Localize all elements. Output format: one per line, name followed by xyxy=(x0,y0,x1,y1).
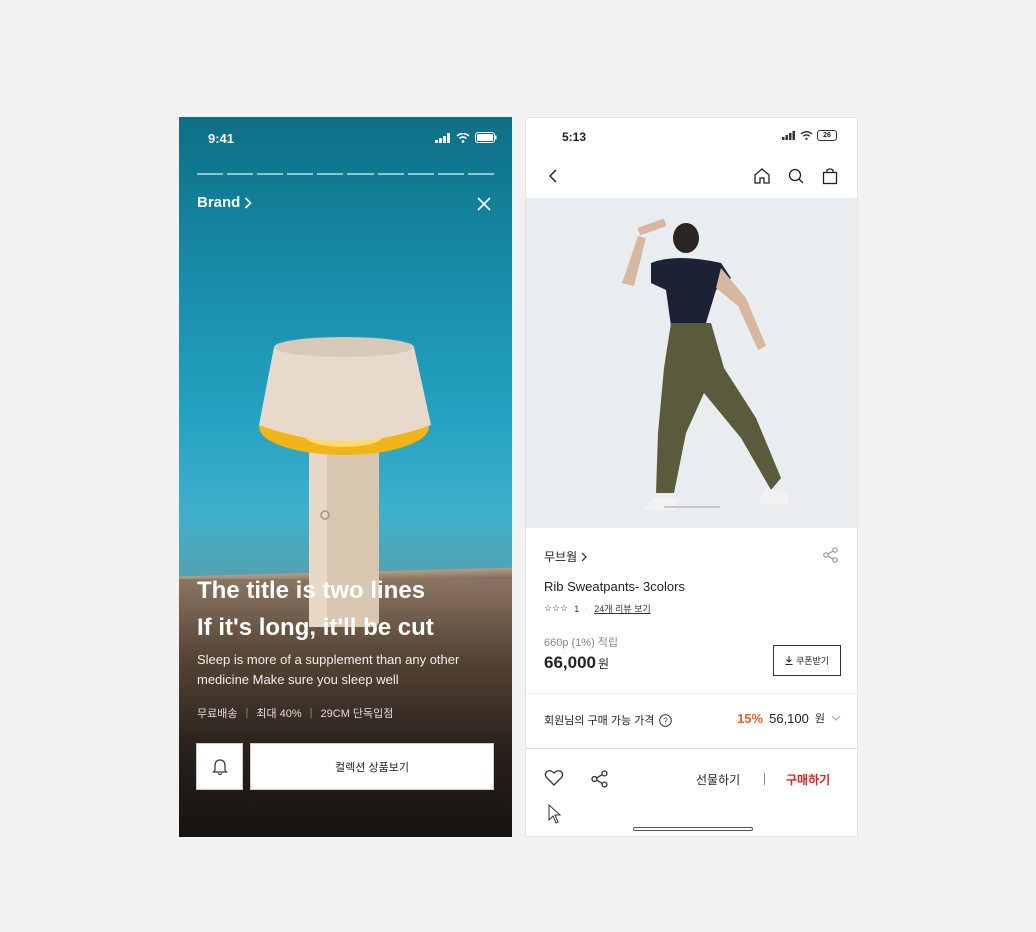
home-indicator xyxy=(633,827,753,831)
tag-exclusive: 29CM 단독입점 xyxy=(320,708,394,720)
tag-discount: 최대 40% xyxy=(256,708,302,720)
divider xyxy=(526,693,857,694)
member-price-value: 56,100 xyxy=(769,710,809,726)
title-line-2: If it's long, it'll be cut xyxy=(197,614,434,641)
progress-segment xyxy=(227,173,254,175)
tag-separator: | xyxy=(245,707,249,719)
svg-text:?: ? xyxy=(664,716,669,725)
bottom-action-bar: 선물하기 구매하기 xyxy=(526,748,857,836)
member-price-unit: 원 xyxy=(814,713,825,725)
top-nav xyxy=(526,164,857,190)
brand-link[interactable]: 무브웜 xyxy=(544,548,587,565)
action-separator xyxy=(764,773,765,785)
story-screen: 9:41 Brand The title is two lines If it'… xyxy=(179,117,512,837)
chevron-right-icon xyxy=(245,196,252,209)
view-collection-button[interactable]: 컬렉션 상품보기 xyxy=(250,743,494,790)
brand-label: Brand xyxy=(197,194,241,211)
notify-button[interactable] xyxy=(196,743,243,790)
product-screen: 5:13 26 무브웜 Rib Sweatpants- 3colors ☆☆☆ … xyxy=(525,117,858,837)
title-line-1: The title is two lines xyxy=(197,577,426,604)
price: 66,000 원 xyxy=(544,653,609,673)
home-icon[interactable] xyxy=(753,167,771,185)
status-bar: 5:13 26 xyxy=(526,118,857,158)
download-icon xyxy=(785,656,793,665)
price-unit: 원 xyxy=(598,657,610,671)
signal-icon xyxy=(435,132,450,143)
image-page-indicator xyxy=(664,506,720,508)
progress-segment xyxy=(377,173,404,175)
review-link[interactable]: 24개 리뷰 보기 xyxy=(594,602,650,615)
story-progress xyxy=(197,173,494,175)
close-icon[interactable] xyxy=(474,194,494,214)
chevron-right-icon xyxy=(581,552,587,561)
coupon-button[interactable]: 쿠폰받기 xyxy=(773,645,841,676)
brand-link[interactable]: Brand xyxy=(197,194,494,211)
progress-segment xyxy=(317,173,344,175)
member-price-label: 회원님의 구매 가능 가격 xyxy=(544,715,655,727)
price-value: 66,000 xyxy=(544,653,596,672)
status-time: 5:13 xyxy=(562,130,587,144)
progress-segment xyxy=(287,173,314,175)
shopping-bag-icon[interactable] xyxy=(821,167,839,185)
points-label: 660p (1%) 적립 xyxy=(544,637,619,649)
gift-button[interactable]: 선물하기 xyxy=(696,771,740,788)
coupon-label: 쿠폰받기 xyxy=(795,656,830,666)
bell-icon xyxy=(211,758,228,775)
product-name: Rib Sweatpants- 3colors xyxy=(544,579,685,594)
rating-row: ☆☆☆ 1 · 24개 리뷰 보기 xyxy=(544,602,651,615)
progress-segment xyxy=(407,173,434,175)
wifi-icon xyxy=(800,131,813,140)
rating-value: 1 xyxy=(574,603,580,614)
progress-segment xyxy=(437,173,464,175)
back-icon[interactable] xyxy=(548,168,558,184)
battery-icon xyxy=(475,132,497,143)
share-icon[interactable] xyxy=(822,546,840,564)
member-price-row[interactable]: 회원님의 구매 가능 가격 ? 15% 56,100 원 xyxy=(544,710,841,730)
product-image[interactable] xyxy=(526,198,857,528)
tag-list: 무료배송 | 최대 40% | 29CM 단독입점 xyxy=(197,705,393,721)
star-rating-icon: ☆☆☆ xyxy=(544,603,569,613)
story-description: Sleep is more of a supplement than any o… xyxy=(197,652,460,687)
share-icon[interactable] xyxy=(590,769,610,789)
progress-segment xyxy=(197,173,224,175)
story-title: The title is two lines If it's long, it'… xyxy=(197,572,497,646)
progress-segment xyxy=(347,173,374,175)
wifi-icon xyxy=(456,132,470,143)
tag-free-shipping: 무료배송 xyxy=(197,708,238,720)
member-discount: 15% xyxy=(737,710,764,726)
chevron-down-icon xyxy=(831,715,841,721)
status-time: 9:41 xyxy=(208,131,235,146)
progress-segment xyxy=(467,173,494,175)
brand-row: Brand xyxy=(197,194,494,214)
status-bar: 9:41 xyxy=(179,117,512,161)
buy-button[interactable]: 구매하기 xyxy=(786,771,830,788)
battery-icon: 26 xyxy=(817,130,837,141)
heart-icon[interactable] xyxy=(544,769,564,787)
tag-separator: | xyxy=(309,707,313,719)
progress-segment xyxy=(257,173,284,175)
help-icon[interactable]: ? xyxy=(659,713,673,727)
mouse-cursor-icon xyxy=(548,804,562,824)
signal-icon xyxy=(782,131,795,140)
model-figure xyxy=(622,218,788,510)
brand-name-label: 무브웜 xyxy=(544,550,578,564)
search-icon[interactable] xyxy=(787,167,805,185)
